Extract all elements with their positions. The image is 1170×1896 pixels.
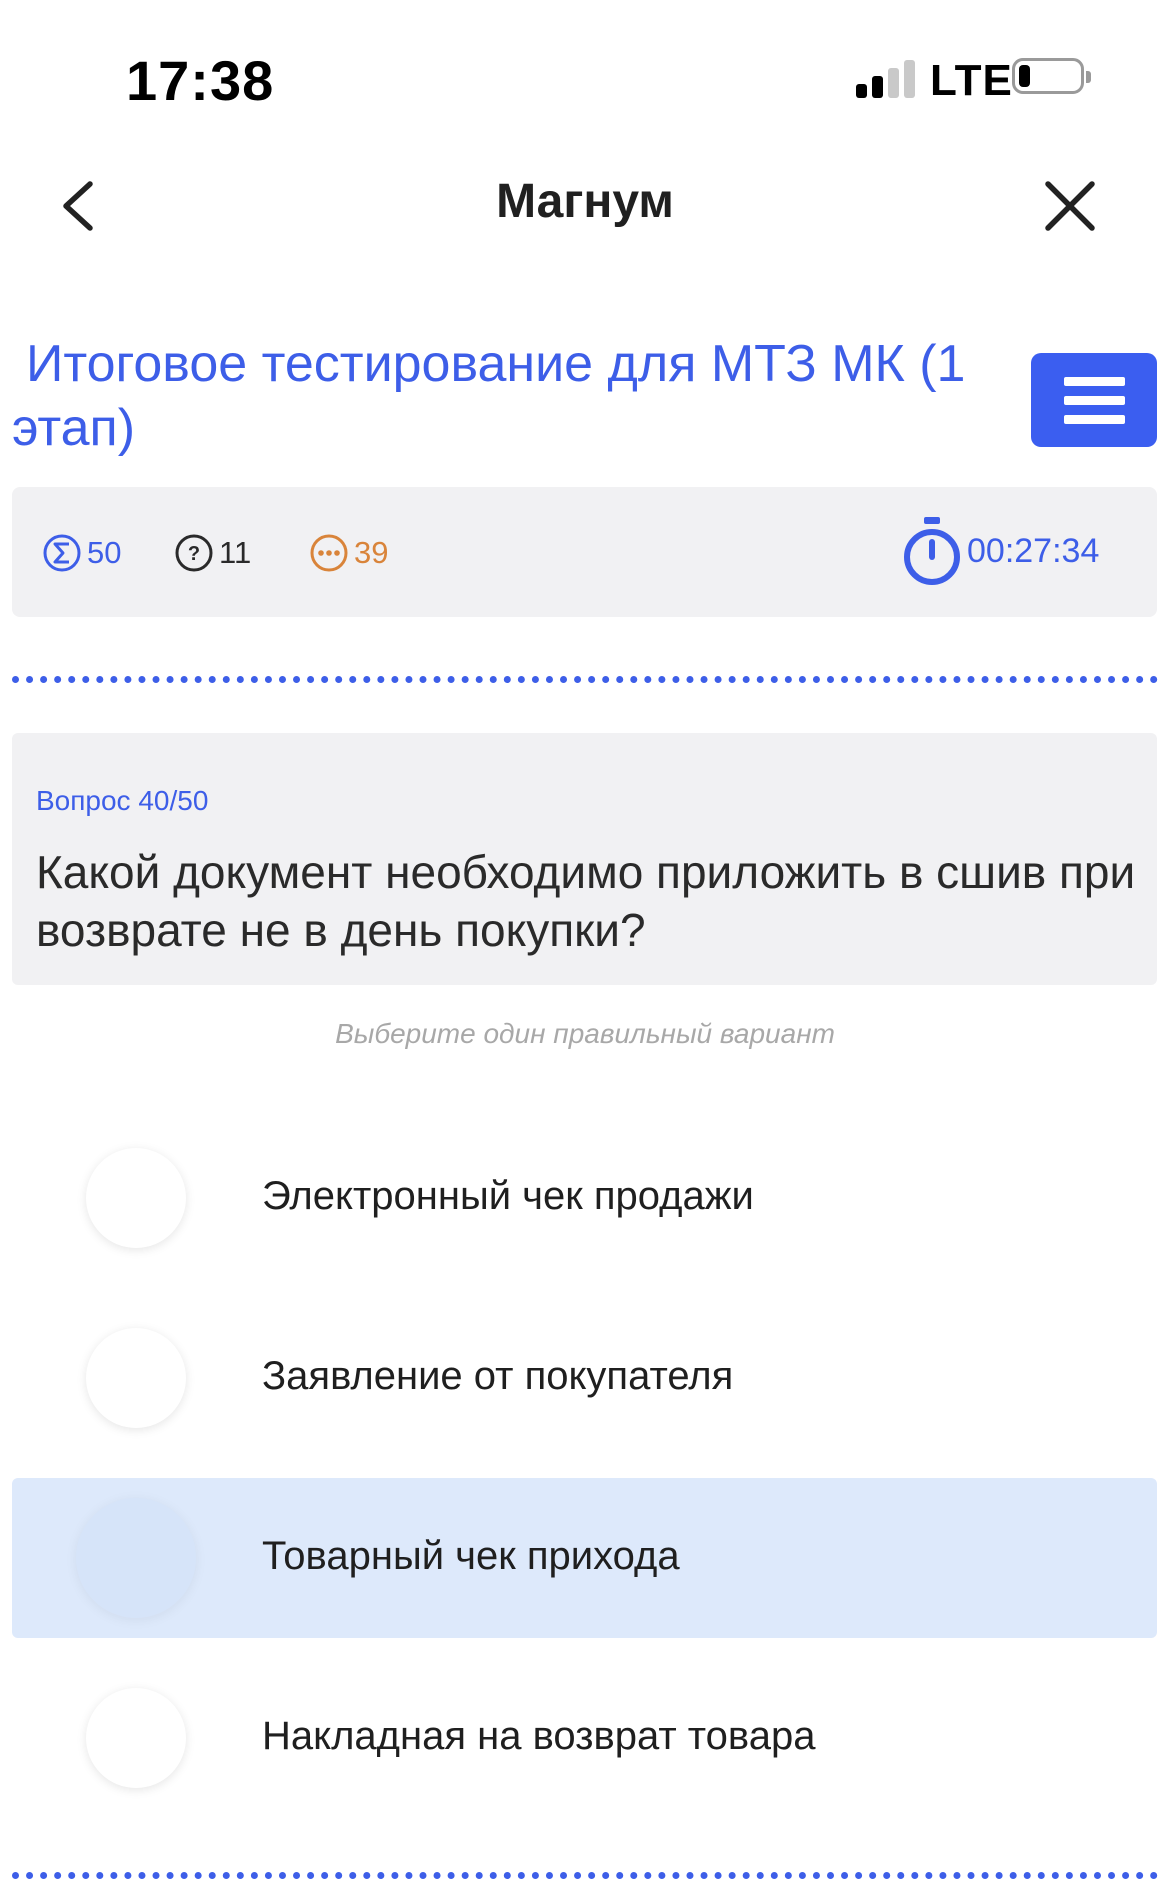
status-bar: 17:38 LTE xyxy=(0,0,1170,150)
answer-option[interactable]: Накладная на возврат товара xyxy=(12,1658,1157,1818)
stats-panel: 50 ? 11 39 00:27:34 xyxy=(12,487,1157,617)
answer-option-selected[interactable]: Товарный чек прихода xyxy=(12,1478,1157,1638)
close-button[interactable] xyxy=(1040,176,1100,236)
answer-option-label: Накладная на возврат товара xyxy=(262,1714,816,1758)
stat-remaining-value: 39 xyxy=(354,535,389,570)
stopwatch-icon xyxy=(904,517,960,585)
radio-button[interactable] xyxy=(86,1688,186,1788)
answer-option-label: Заявление от покупателя xyxy=(262,1354,734,1398)
radio-button[interactable] xyxy=(76,1498,196,1618)
radio-button[interactable] xyxy=(86,1328,186,1428)
divider-bottom xyxy=(12,1872,1158,1879)
svg-text:?: ? xyxy=(188,543,200,565)
battery-icon xyxy=(1012,58,1091,94)
radio-button[interactable] xyxy=(86,1148,186,1248)
answer-option[interactable]: Заявление от покупателя xyxy=(12,1298,1157,1458)
menu-button[interactable] xyxy=(1031,353,1157,447)
more-dots-icon xyxy=(310,534,348,572)
stat-remaining: 39 xyxy=(309,530,388,576)
battery-level xyxy=(1019,65,1030,87)
close-icon xyxy=(1045,181,1095,231)
stat-total: 50 xyxy=(42,530,121,576)
nav-title: Магнум xyxy=(496,175,674,228)
stat-unanswered-value: 11 xyxy=(219,535,252,570)
divider-top xyxy=(12,676,1158,683)
status-time: 17:38 xyxy=(126,49,275,112)
question-text: Какой документ необходимо приложить в сш… xyxy=(36,846,1136,956)
answer-option-label: Товарный чек прихода xyxy=(262,1534,680,1578)
answer-option[interactable]: Электронный чек продажи xyxy=(12,1118,1157,1278)
test-title: Итоговое тестирование для МТЗ МК (1 этап… xyxy=(12,335,966,457)
stat-total-value: 50 xyxy=(87,535,122,570)
signal-icon xyxy=(856,58,916,98)
timer: 00:27:34 xyxy=(902,515,1099,587)
timer-value: 00:27:34 xyxy=(967,531,1100,570)
question-card: Вопрос 40/50 Какой документ необходимо п… xyxy=(12,733,1157,985)
network-type: LTE xyxy=(930,56,1013,105)
sigma-icon xyxy=(43,534,81,572)
stat-unanswered: ? 11 xyxy=(174,530,251,576)
answer-option-label: Электронный чек продажи xyxy=(262,1174,754,1218)
answer-hint: Выберите один правильный вариант xyxy=(335,1018,835,1049)
question-number: Вопрос 40/50 xyxy=(36,785,209,816)
question-circle-icon: ? xyxy=(175,534,213,572)
